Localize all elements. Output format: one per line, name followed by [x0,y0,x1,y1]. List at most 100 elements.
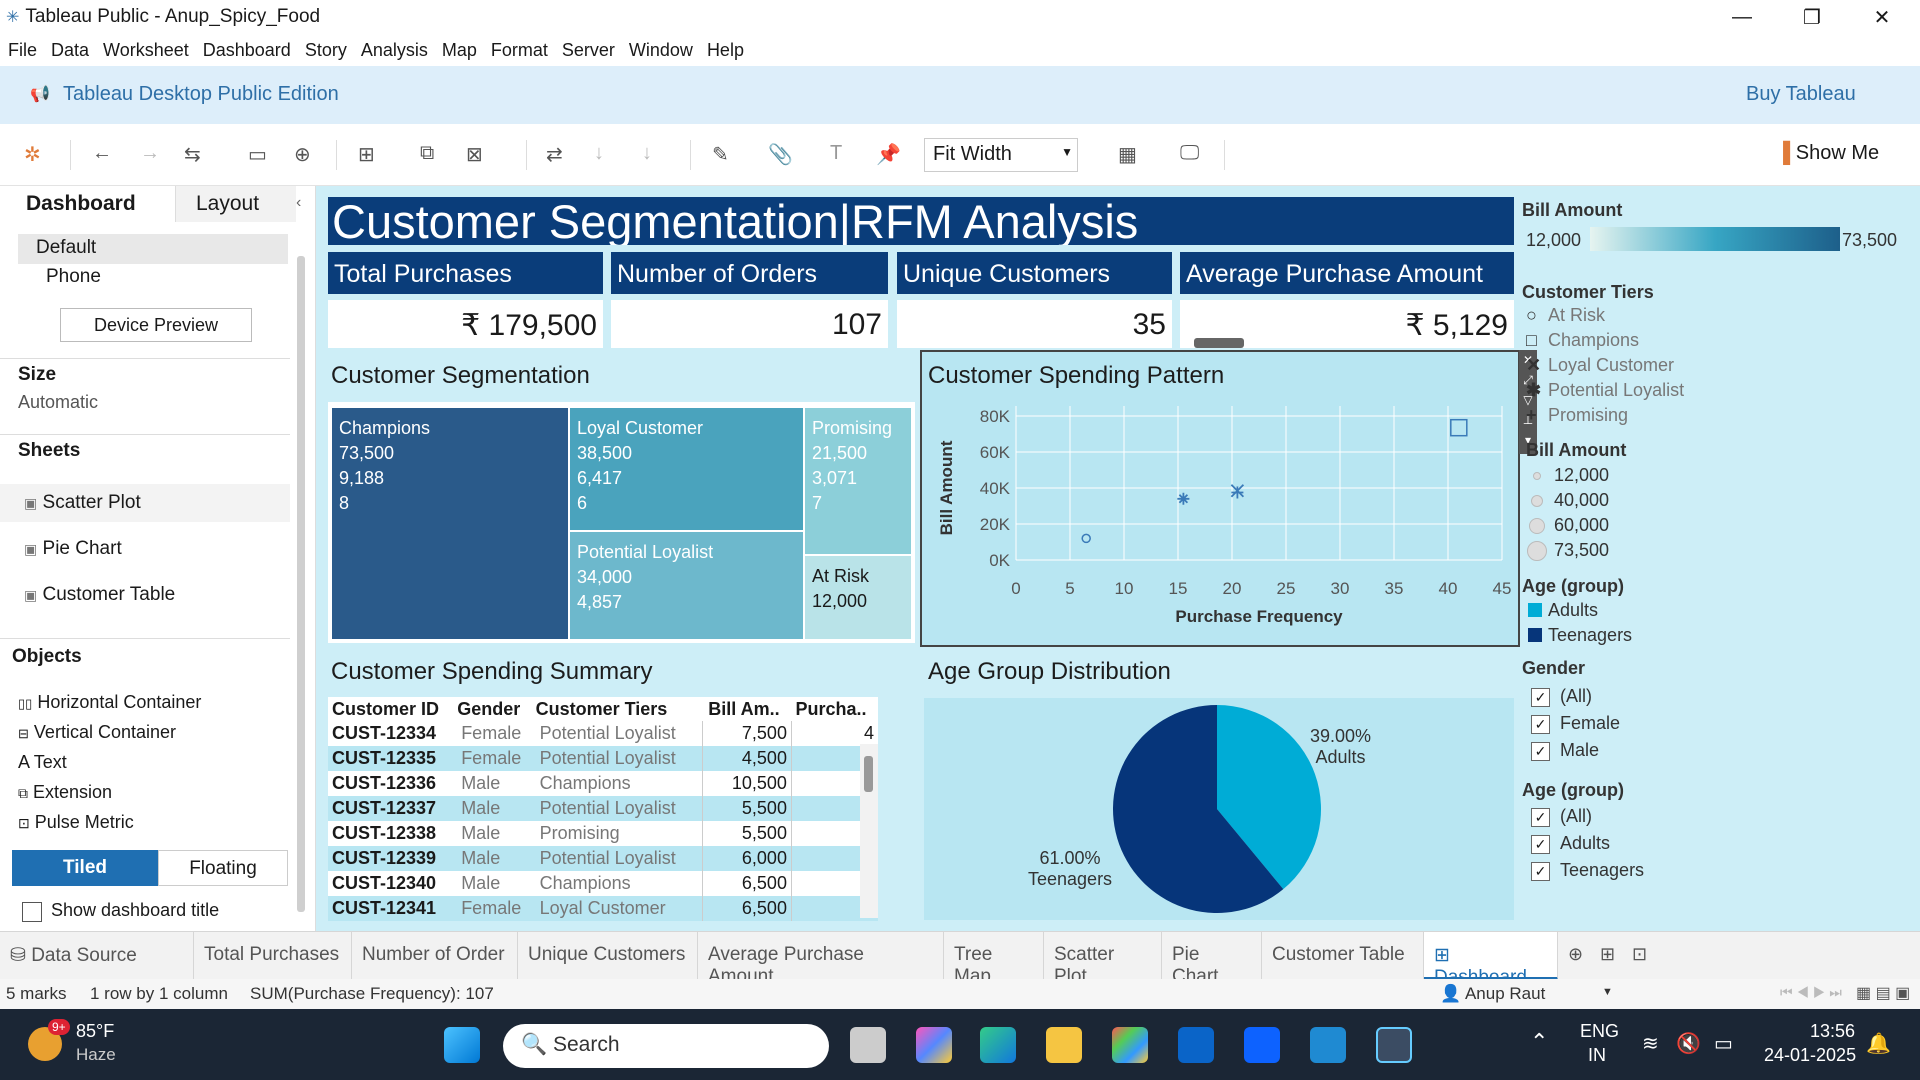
move-handle-icon[interactable] [1194,338,1244,348]
wifi-icon[interactable]: ≋ [1642,1031,1659,1056]
tier-legend-item[interactable]: At Risk [1548,305,1605,326]
filter-checkbox[interactable]: ✓ [1531,715,1550,734]
save-icon[interactable]: ▭ [248,142,267,167]
tab-dashboard-active[interactable]: ⊞ Dashboard [1424,932,1558,988]
col-customer-tiers[interactable]: Customer Tiers [536,697,703,721]
show-cards-icon[interactable]: ▦ [1118,142,1137,167]
menu-analysis[interactable]: Analysis [361,40,428,61]
object-extension[interactable]: ⧉ Extension [18,782,112,803]
tab-number-of-order[interactable]: Number of Order [352,932,518,980]
col-gender[interactable]: Gender [457,697,535,721]
size-value[interactable]: Automatic [18,388,98,413]
collapse-icon[interactable]: ‹ [296,194,301,212]
table-row[interactable]: CUST-12337MalePotential Loyalist5,5003 [328,796,878,821]
tier-legend-item[interactable]: Champions [1548,330,1639,351]
tab-unique-customers[interactable]: Unique Customers [518,932,698,980]
device-phone[interactable]: Phone [46,266,101,288]
sheet-customer-table[interactable]: ▣ Customer Table [24,584,175,606]
table-scroll-thumb[interactable] [864,756,873,792]
highlight-icon[interactable]: ✎ [712,142,729,167]
sort-desc-icon[interactable]: ↓ [642,142,652,165]
tableau-taskbar-icon[interactable] [1376,1027,1412,1063]
group-icon[interactable]: 📎 [768,142,793,167]
tier-legend-item[interactable]: Loyal Customer [1548,355,1674,376]
new-worksheet-icon[interactable]: ⊕ [1568,944,1583,965]
device-default[interactable]: Default [18,234,288,264]
copilot-icon[interactable] [916,1027,952,1063]
treemap-cell-loyal[interactable]: Loyal Customer 38,500 6,417 6 [570,408,803,530]
taskbar-search[interactable]: 🔍 Search [503,1024,829,1068]
tab-total-purchases[interactable]: Total Purchases [194,932,352,980]
menu-data[interactable]: Data [51,40,89,61]
device-preview-button[interactable]: Device Preview [60,308,252,342]
menu-window[interactable]: Window [629,40,693,61]
new-story-icon[interactable]: ⊡ [1632,944,1647,965]
store-icon[interactable] [1112,1027,1148,1063]
windows-start-icon[interactable] [444,1027,480,1063]
notification-bell-icon[interactable]: 🔔 [1866,1031,1891,1056]
buy-tableau-link[interactable]: Buy Tableau [1746,83,1856,106]
table-row[interactable]: CUST-12339MalePotential Loyalist6,0003 [328,846,878,871]
new-sheet-icon[interactable]: ⊞ [358,142,375,167]
menu-server[interactable]: Server [562,40,615,61]
treemap-cell-champions[interactable]: Champions 73,500 9,188 8 [332,408,568,639]
floating-button[interactable]: Floating [158,850,288,886]
lang-eng[interactable]: ENG [1580,1021,1619,1042]
dropbox-icon[interactable] [1244,1027,1280,1063]
battery-icon[interactable]: ▭ [1714,1031,1733,1056]
filter-checkbox[interactable]: ✓ [1531,862,1550,881]
table-row[interactable]: CUST-12340MaleChampions6,5004 [328,871,878,896]
volume-muted-icon[interactable]: 🔇 [1676,1031,1701,1056]
tab-data-source[interactable]: ⛁ Data Source [0,932,194,980]
tab-pie-chart[interactable]: Pie Chart [1162,932,1262,987]
table-scrollbar[interactable] [860,744,878,918]
minimize-button[interactable]: — [1712,0,1772,34]
object-horizontal-container[interactable]: ▯▯ Horizontal Container [18,692,201,713]
col-bill-amount[interactable]: Bill Am.. [702,697,791,721]
tab-layout[interactable]: Layout [176,186,296,222]
redo-icon[interactable]: → [140,142,160,165]
menu-worksheet[interactable]: Worksheet [103,40,189,61]
tab-scatter-plot[interactable]: Scatter Plot [1044,932,1162,987]
menu-map[interactable]: Map [442,40,477,61]
left-scrollbar[interactable] [297,256,305,912]
tableau-home-icon[interactable]: ✲ [24,142,41,167]
pin-icon[interactable]: 📌 [876,142,901,167]
file-explorer-icon[interactable] [1046,1027,1082,1063]
treemap-cell-potential[interactable]: Potential Loyalist 34,000 4,857 [570,532,803,639]
tier-legend-item[interactable]: Promising [1548,405,1628,426]
lang-in[interactable]: IN [1588,1045,1606,1066]
menu-dashboard[interactable]: Dashboard [203,40,291,61]
nav-arrows[interactable]: ⏮ ◀ ▶ ⏭ [1780,984,1842,1001]
tab-tree-map[interactable]: Tree Map [944,932,1044,987]
table-row[interactable]: CUST-12341FemaleLoyal Customer6,5003 [328,896,878,921]
sheet-pie-chart[interactable]: ▣ Pie Chart [24,538,122,560]
filter-checkbox[interactable]: ✓ [1531,688,1550,707]
tier-legend-item[interactable]: Potential Loyalist [1548,380,1684,401]
view-toggle-icons[interactable]: ▦ ▤ ▣ [1856,983,1910,1003]
show-me-button[interactable]: ▐ Show Me [1776,142,1879,165]
table-row[interactable]: CUST-12336MaleChampions10,5007 [328,771,878,796]
close-button[interactable]: ✕ [1852,0,1912,34]
chevron-up-icon[interactable]: ⌃ [1530,1029,1548,1055]
menu-file[interactable]: File [8,40,37,61]
new-data-source-icon[interactable]: ⊕ [294,142,311,167]
outlook-icon[interactable] [1178,1027,1214,1063]
tab-dashboard[interactable]: Dashboard [0,186,176,222]
tab-customer-table[interactable]: Customer Table [1262,932,1424,980]
table-row[interactable]: CUST-12334 Female Potential Loyalist 7,500 4 [328,721,878,746]
clear-sheet-icon[interactable]: ⊠ [466,142,483,167]
clock-date[interactable]: 24-01-2025 [1764,1045,1856,1066]
swap-icon[interactable]: ⇄ [546,142,563,167]
sheet-scatter-plot[interactable]: ▣ Scatter Plot [0,484,290,522]
user-menu[interactable]: 👤 Anup Raut [1440,984,1545,1004]
sort-asc-icon[interactable]: ↓ [594,142,604,165]
table-row[interactable]: CUST-12338MalePromising5,5003 [328,821,878,846]
menu-format[interactable]: Format [491,40,548,61]
task-view-icon[interactable] [850,1027,886,1063]
treemap-cell-promising[interactable]: Promising 21,500 3,071 7 [805,408,911,554]
object-pulse-metric[interactable]: ⊡ Pulse Metric [18,812,134,833]
table-row[interactable]: CUST-12335FemalePotential Loyalist4,5003 [328,746,878,771]
tab-average-purchase[interactable]: Average Purchase Amount [698,932,944,987]
vscode-icon[interactable] [1310,1027,1346,1063]
